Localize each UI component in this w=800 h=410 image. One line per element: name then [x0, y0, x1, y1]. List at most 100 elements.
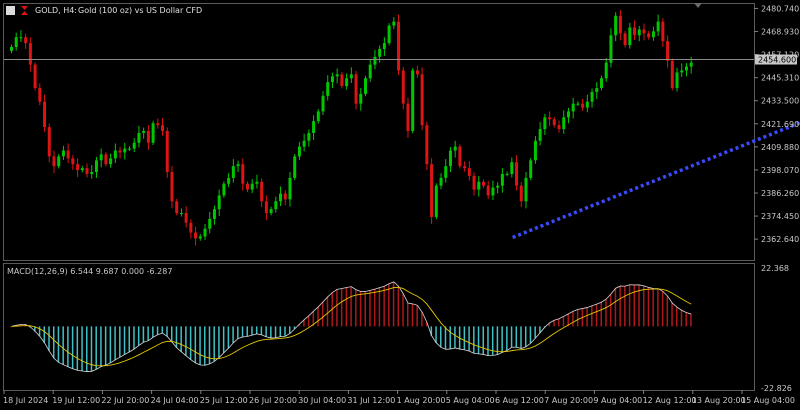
candle-body [401, 70, 405, 104]
candle-body [415, 70, 419, 75]
macd-histogram-bar [185, 326, 187, 356]
macd-histogram-bar [473, 326, 475, 354]
macd-histogram-bar [81, 326, 83, 371]
macd-histogram-bar [680, 310, 683, 327]
candle-body [297, 146, 301, 157]
macd-histogram-bar [128, 326, 130, 352]
macd-histogram-bar [38, 326, 41, 337]
candle-body [439, 177, 443, 186]
macd-histogram-bar [340, 288, 343, 327]
candle-body [675, 72, 679, 89]
macd-histogram-bar [421, 312, 423, 327]
candle-body [52, 156, 56, 167]
time-tick-label: 1 Aug 20:00 [397, 396, 446, 405]
candle-body [529, 160, 533, 178]
candle-body [132, 142, 136, 149]
macd-histogram-bar [137, 326, 140, 346]
macd-histogram-bar [553, 320, 555, 327]
candle-body [307, 132, 311, 141]
time-tick-label: 5 Aug 04:00 [446, 396, 495, 405]
candle-body [482, 181, 485, 186]
candle-body [76, 164, 80, 171]
macd-histogram-bar [487, 326, 489, 356]
macd-histogram-bar [661, 291, 664, 327]
price-chart[interactable]: 2480.7402468.9302457.1202445.3102433.500… [0, 0, 800, 410]
macd-histogram-bar [104, 326, 107, 366]
time-tick-label: 30 Jul 04:00 [298, 396, 346, 405]
time-tick-label: 12 Aug 12:00 [643, 396, 697, 405]
candle-body [227, 177, 231, 184]
candle-body [519, 185, 523, 202]
candle-body [28, 43, 32, 65]
candle-body [510, 162, 514, 174]
macd-histogram-bar [477, 326, 480, 354]
macd-histogram-bar [534, 326, 536, 339]
macd-histogram-bar [633, 284, 636, 327]
candle-body [118, 150, 122, 153]
candle-body [104, 154, 108, 165]
macd-histogram-bar [222, 326, 225, 353]
candle-body [689, 62, 693, 67]
candle-body [161, 125, 165, 131]
candle-body [264, 201, 268, 214]
macd-histogram-bar [440, 326, 442, 348]
candle-body [684, 66, 688, 71]
macd-histogram-bar [43, 326, 46, 343]
time-tick-label: 19 Jul 12:00 [52, 396, 100, 405]
candle-body [666, 41, 670, 61]
candle-body [491, 187, 495, 196]
chart-description: Gold (100 oz) vs US Dollar CFD [78, 6, 202, 15]
time-tick-label: 7 Aug 20:00 [544, 396, 593, 405]
price-tick-label: 2445.310 [761, 74, 799, 83]
candle-body [642, 29, 646, 34]
price-tick-label: 2386.260 [761, 189, 799, 198]
candle-body [288, 177, 292, 200]
macd-histogram-bar [119, 326, 121, 358]
symbol-icon [6, 6, 15, 15]
price-tick-label: 2433.500 [761, 97, 799, 106]
candle-body [99, 154, 103, 161]
macd-histogram-bar [373, 289, 376, 327]
macd-histogram-bar [152, 326, 154, 338]
macd-histogram-bar [133, 326, 135, 349]
macd-histogram-bar [388, 283, 390, 327]
macd-histogram-bar [506, 326, 508, 351]
macd-histogram-bar [562, 316, 565, 327]
candle-body [236, 164, 240, 167]
macd-histogram-bar [213, 326, 215, 362]
macd-histogram-bar [67, 326, 69, 367]
macd-histogram-bar [265, 326, 267, 337]
candle-body [165, 131, 169, 173]
macd-histogram-bar [180, 326, 182, 352]
candle-body [430, 164, 434, 217]
macd-histogram-bar [619, 286, 621, 327]
time-tick-label: 6 Aug 12:00 [495, 396, 544, 405]
candle-body [170, 172, 174, 202]
macd-histogram-bar [123, 326, 126, 355]
candle-body [453, 146, 457, 151]
candle-body [538, 129, 542, 141]
macd-histogram-bar [624, 286, 626, 327]
macd-histogram-bar [411, 303, 414, 327]
candle-body [533, 140, 537, 161]
macd-histogram-bar [600, 302, 602, 327]
candle-body [250, 183, 254, 190]
candle-body [269, 209, 273, 214]
candle-body [463, 166, 467, 169]
macd-histogram-bar [175, 326, 178, 348]
candle-body [175, 201, 179, 214]
macd-histogram-bar [317, 306, 319, 327]
time-tick-label: 26 Jul 20:00 [249, 396, 297, 405]
macd-histogram-bar [251, 326, 253, 336]
candle-body [94, 160, 98, 173]
macd-histogram-bar [336, 289, 338, 327]
candle-body [246, 183, 249, 190]
macd-histogram-bar [685, 312, 687, 327]
candle-body [505, 173, 509, 175]
candle-body [477, 181, 481, 190]
time-tick-label: 13 Aug 20:00 [692, 396, 746, 405]
candle-body [113, 150, 117, 159]
candle-body [364, 78, 367, 94]
candle-body [212, 209, 216, 219]
macd-histogram-bar [142, 326, 145, 343]
